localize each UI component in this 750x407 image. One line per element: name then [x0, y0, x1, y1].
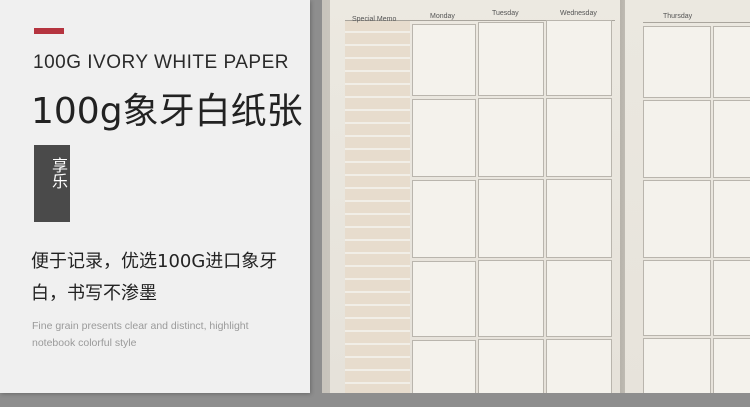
- grid-cell: [478, 179, 544, 258]
- grid-cell: [713, 338, 750, 393]
- grid-cell: [546, 339, 612, 393]
- grid-cell: [412, 99, 476, 177]
- grid-cell: [546, 179, 612, 258]
- badge: 享乐: [34, 145, 70, 222]
- grid-cell: [478, 339, 544, 393]
- grid-cell: [478, 260, 544, 337]
- badge-text: 享乐: [49, 157, 68, 189]
- grid-cell: [643, 100, 711, 178]
- grid-cell: [412, 180, 476, 258]
- grid-cell: [478, 22, 544, 96]
- memo-column: [345, 20, 410, 393]
- grid-cell: [643, 26, 711, 98]
- grid-cell: [412, 261, 476, 337]
- chinese-title: 100g象牙白纸张: [31, 91, 303, 132]
- grid-cell: [643, 338, 711, 393]
- accent-bar: [34, 28, 64, 34]
- grid-cell: [713, 180, 750, 258]
- english-title: 100G IVORY WHITE PAPER: [33, 52, 289, 73]
- column-special-memo: Special Memo: [352, 16, 397, 23]
- grid-cell: [412, 340, 476, 393]
- column-tuesday: Tuesday: [492, 10, 519, 17]
- chinese-description: 便于记录，优选100G进口象牙白，书写不渗墨: [31, 251, 278, 304]
- grid-cell: [713, 26, 750, 98]
- info-panel: 100G IVORY WHITE PAPER 100g象牙白纸张 享乐 便于记录…: [0, 0, 310, 393]
- grid-cell: [713, 260, 750, 336]
- notebook-left-page: Special Memo Monday Tuesday Wednesday: [330, 0, 620, 393]
- grid-cell: [546, 98, 612, 177]
- column-wednesday: Wednesday: [560, 10, 597, 17]
- header-line: [643, 22, 750, 23]
- grid-cell: [643, 180, 711, 258]
- grid-cell: [546, 260, 612, 337]
- grid-cell: [546, 20, 612, 96]
- notebook-right-page: Thursday: [625, 0, 750, 393]
- grid-cell: [412, 24, 476, 96]
- english-description: Fine grain presents clear and distinct, …: [32, 320, 249, 349]
- notebook-photo: Special Memo Monday Tuesday Wednesday Th…: [322, 0, 750, 393]
- grid-cell: [643, 260, 711, 336]
- column-monday: Monday: [430, 13, 455, 20]
- grid-cell: [713, 100, 750, 178]
- column-thursday: Thursday: [663, 13, 693, 20]
- grid-cell: [478, 98, 544, 177]
